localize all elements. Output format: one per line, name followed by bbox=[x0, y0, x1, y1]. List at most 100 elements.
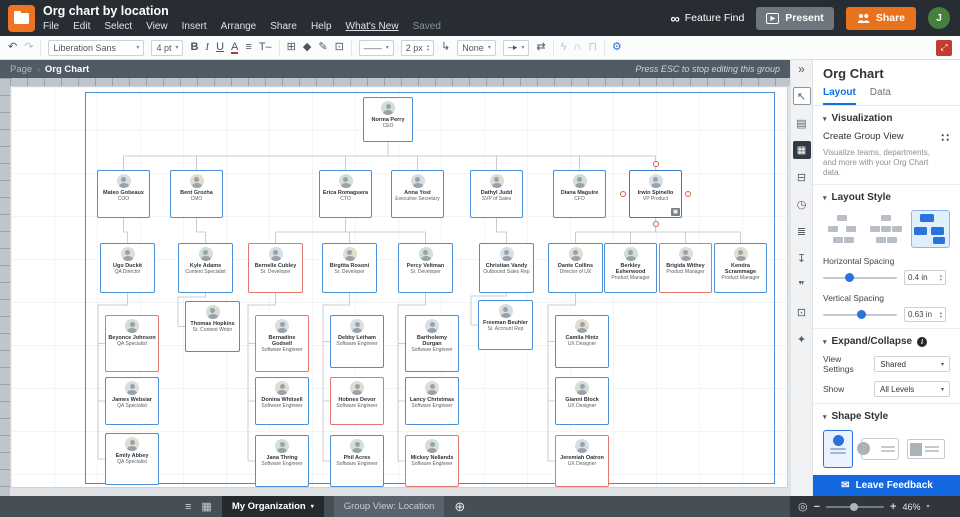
org-node[interactable]: Jana Thring Software Engineer bbox=[255, 435, 309, 487]
org-node[interactable]: Hobnes Devor Software Engineer bbox=[330, 377, 384, 425]
layout-option-2[interactable] bbox=[867, 210, 906, 248]
table-icon[interactable]: ⊞ bbox=[287, 42, 296, 53]
menu-item-file[interactable]: File bbox=[43, 21, 59, 32]
app-logo-icon[interactable] bbox=[8, 5, 35, 32]
line-width-stepper[interactable]: 2 px ▴▾ bbox=[401, 40, 434, 56]
zoom-out-icon[interactable]: − bbox=[814, 501, 820, 513]
org-node[interactable]: Anna Yost Executive Secretary bbox=[391, 170, 444, 218]
menu-item-insert[interactable]: Insert bbox=[182, 21, 207, 32]
org-node[interactable]: Freeman Beuhler Sr. Account Rep bbox=[478, 300, 533, 350]
zoom-slider[interactable] bbox=[826, 506, 884, 508]
vertical-spacing-stepper[interactable]: 0.63 in ▴▾ bbox=[904, 307, 946, 322]
connection-handle[interactable] bbox=[685, 191, 691, 197]
org-node[interactable]: Gianni Block UX Designer bbox=[555, 377, 609, 425]
undo-icon[interactable]: ↶ bbox=[8, 42, 17, 53]
italic-icon[interactable]: I bbox=[205, 42, 209, 53]
org-node[interactable]: Bent Grozha CMO bbox=[170, 170, 223, 218]
add-page-icon[interactable]: ⊕ bbox=[454, 499, 465, 515]
info-icon[interactable]: i bbox=[917, 337, 927, 347]
org-node[interactable]: Lancy Christmas Software Engineer bbox=[405, 377, 459, 425]
org-node[interactable]: Donina Whitsell Software Engineer bbox=[255, 377, 309, 425]
org-node[interactable]: Camila Hintz UX Designer bbox=[555, 315, 609, 368]
org-node[interactable]: Norma Perry CEO bbox=[363, 97, 413, 142]
magnet-icon[interactable]: ∩ bbox=[573, 42, 581, 53]
org-node[interactable]: Debby Letham Software Engineer bbox=[330, 315, 384, 368]
page-list-icon[interactable]: ≡ bbox=[185, 501, 191, 513]
menu-item-view[interactable]: View bbox=[146, 21, 168, 32]
org-node[interactable]: Jeremiah Oatron UX Designer bbox=[555, 435, 609, 487]
zoom-fit-icon[interactable]: ◎ bbox=[798, 500, 808, 513]
connection-handle[interactable] bbox=[653, 221, 659, 227]
tab-my-organization[interactable]: My Organization ▾ bbox=[222, 496, 324, 517]
org-node[interactable]: Mickey Nellands Software Engineer bbox=[405, 435, 459, 487]
org-node[interactable]: Emily Abbey QA Specialist bbox=[105, 433, 159, 485]
expand-collapse-header[interactable]: ▾ Expand/Collapse i bbox=[823, 336, 950, 347]
menu-item-arrange[interactable]: Arrange bbox=[221, 21, 257, 32]
vertical-spacing-slider[interactable] bbox=[823, 314, 897, 316]
share-button[interactable]: Share bbox=[846, 7, 916, 30]
layout-option-3-selected[interactable] bbox=[911, 210, 950, 248]
page-grid-icon[interactable]: ▦ bbox=[201, 500, 211, 513]
org-node[interactable]: Beyonce Johnson QA Specialist bbox=[105, 315, 159, 372]
tab-layout[interactable]: Layout bbox=[823, 87, 856, 105]
leave-feedback-button[interactable]: ✉ Leave Feedback bbox=[813, 475, 960, 496]
menu-item-what-s-new[interactable]: What's New bbox=[346, 21, 399, 32]
tab-data[interactable]: Data bbox=[870, 87, 891, 105]
show-select[interactable]: All Levels▾ bbox=[874, 381, 950, 397]
org-node[interactable]: Bartholemy Durgan Software Engineer bbox=[405, 315, 459, 372]
tab-group-view-location[interactable]: Group View: Location bbox=[334, 496, 445, 517]
fill-color-icon[interactable]: ◆ bbox=[303, 42, 311, 53]
org-node[interactable]: Dante Collins Director of UX bbox=[548, 243, 603, 293]
menu-item-share[interactable]: Share bbox=[270, 21, 297, 32]
org-node[interactable]: Erica Romaguera CTO bbox=[319, 170, 372, 218]
user-avatar[interactable]: J bbox=[928, 7, 950, 29]
menu-item-help[interactable]: Help bbox=[311, 21, 332, 32]
org-node[interactable]: Phil Acres Software Engineer bbox=[330, 435, 384, 487]
shape-option-photo-card-selected[interactable] bbox=[823, 430, 853, 468]
layout-option-1[interactable] bbox=[823, 210, 862, 248]
breadcrumb-page[interactable]: Page bbox=[10, 64, 32, 75]
chat-shapes-icon[interactable]: ⊡ bbox=[793, 303, 811, 321]
history-icon[interactable]: ◷ bbox=[793, 195, 811, 213]
redo-icon[interactable]: ↷ bbox=[24, 42, 33, 53]
org-node[interactable]: Ugo Duckit QA Director bbox=[100, 243, 155, 293]
connector-type-icon[interactable]: ↳ bbox=[441, 42, 450, 53]
org-node[interactable]: Brigida Withey Product Manager bbox=[659, 243, 712, 293]
shape-options-icon[interactable]: ⊡ bbox=[335, 42, 344, 53]
lock-icon[interactable]: ⊓ bbox=[588, 42, 597, 53]
collapse-panel-icon[interactable]: » bbox=[798, 60, 805, 78]
line-style-select[interactable]: ——▾ bbox=[359, 40, 394, 56]
visualization-header[interactable]: ▾ Visualization bbox=[823, 113, 950, 124]
horizontal-spacing-slider[interactable] bbox=[823, 277, 897, 279]
arrowhead-select[interactable]: –▸▾ bbox=[503, 40, 530, 56]
org-node[interactable]: Percy Veltman Sr. Developer bbox=[398, 243, 453, 293]
shape-option-horizontal-card[interactable] bbox=[861, 438, 899, 460]
slides-icon[interactable]: ⊟ bbox=[793, 168, 811, 186]
magic-wand-icon[interactable]: ✦ bbox=[793, 330, 811, 348]
canvas[interactable]: Norma Perry CEO Mateo Gobeaux COO Bent G… bbox=[10, 86, 790, 496]
org-node[interactable]: Birgitta Rosoni Sr. Developer bbox=[322, 243, 377, 293]
connection-handle[interactable] bbox=[653, 161, 659, 167]
document-title[interactable]: Org chart by location bbox=[43, 5, 441, 18]
layers-icon[interactable]: ≣ bbox=[793, 222, 811, 240]
fullscreen-icon[interactable]: ⤢ bbox=[936, 40, 952, 56]
org-node[interactable]: Christian Vandy Outbound Sales Rep bbox=[479, 243, 534, 293]
layout-style-header[interactable]: ▾ Layout Style bbox=[823, 192, 950, 203]
org-node[interactable]: James Websiar QA Specialist bbox=[105, 377, 159, 425]
create-group-view-link[interactable]: Create Group View bbox=[823, 131, 904, 142]
horizontal-spacing-stepper[interactable]: 0.4 in ▴▾ bbox=[904, 270, 946, 285]
connection-handle[interactable] bbox=[620, 191, 626, 197]
org-node[interactable]: Kyle Adams Content Specialist bbox=[178, 243, 233, 293]
connector-style-select[interactable]: None▾ bbox=[457, 40, 496, 56]
present-button[interactable]: ▶ Present bbox=[756, 7, 834, 30]
lightning-icon[interactable]: ϟ bbox=[561, 42, 567, 53]
zoom-chevron-icon[interactable]: ▾ bbox=[927, 503, 930, 510]
shape-option-square-card[interactable] bbox=[907, 439, 945, 459]
org-node[interactable]: Mateo Gobeaux COO bbox=[97, 170, 150, 218]
org-node[interactable]: Bernelle Cubley Sr. Developer bbox=[248, 243, 303, 293]
menu-item-select[interactable]: Select bbox=[104, 21, 132, 32]
text-color-icon[interactable]: A bbox=[231, 42, 238, 54]
menu-item-edit[interactable]: Edit bbox=[73, 21, 90, 32]
font-size-select[interactable]: 4 pt▾ bbox=[151, 40, 183, 56]
zoom-level[interactable]: 46% bbox=[902, 502, 920, 512]
